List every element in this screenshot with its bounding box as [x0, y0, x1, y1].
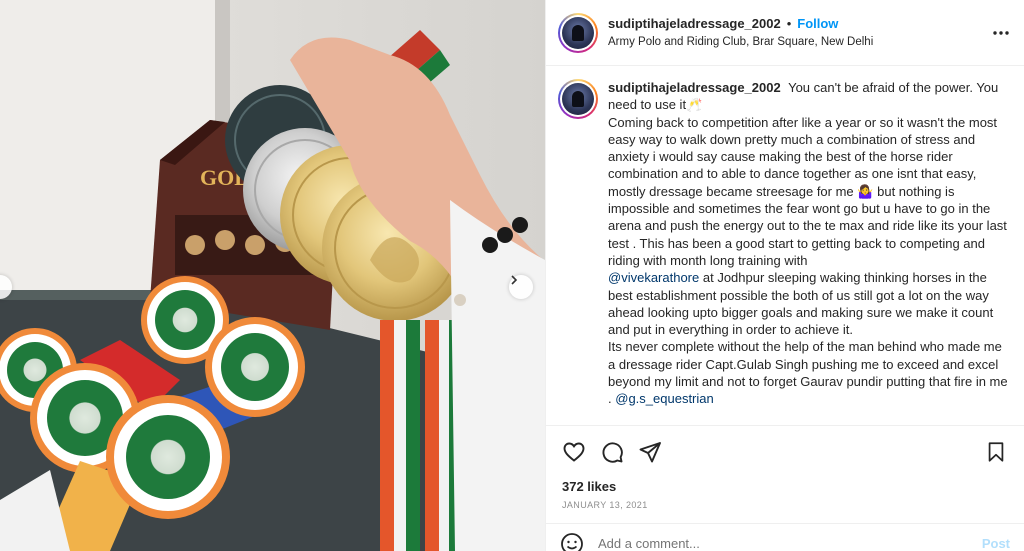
- like-button[interactable]: [558, 436, 590, 468]
- emoji-icon[interactable]: [560, 532, 584, 551]
- action-bar: [546, 425, 1024, 477]
- post-comment-button[interactable]: Post: [982, 536, 1010, 551]
- save-button[interactable]: [980, 436, 1012, 468]
- comment-input[interactable]: [598, 536, 982, 551]
- share-icon: [639, 441, 661, 462]
- caption-avatar[interactable]: [558, 79, 598, 119]
- next-image-button[interactable]: [509, 275, 533, 299]
- location-link[interactable]: Army Polo and Riding Club, Brar Square, …: [608, 35, 873, 49]
- medals-photo: GOLD: [0, 0, 545, 551]
- heart-icon: [563, 442, 585, 462]
- avatar[interactable]: [558, 12, 598, 53]
- post-date: JANUARY 13, 2021: [562, 500, 648, 510]
- shrug-emoji: 🤷‍♀️: [857, 183, 874, 199]
- chevron-right-icon: [511, 275, 518, 285]
- separator-dot: •: [786, 15, 792, 31]
- comment-button[interactable]: [596, 436, 628, 468]
- more-options-icon[interactable]: [992, 24, 1010, 47]
- caption-username[interactable]: sudiptihajeladressage_2002: [608, 80, 781, 95]
- comments-section: sudiptihajeladressage_2002 You can't be …: [546, 67, 1024, 425]
- username-link[interactable]: sudiptihajeladressage_2002: [608, 16, 781, 32]
- post-image[interactable]: GOLD: [0, 0, 545, 551]
- mention-gs-equestrian[interactable]: @g.s_equestrian: [615, 391, 713, 406]
- clinking-glasses-emoji: 🥂: [686, 97, 703, 113]
- share-button[interactable]: [634, 436, 666, 468]
- follow-button[interactable]: Follow: [797, 16, 838, 32]
- comment-icon: [602, 441, 623, 463]
- mention-vivekarathore[interactable]: @vivekarathore: [608, 270, 699, 285]
- post-caption: sudiptihajeladressage_2002 You can't be …: [608, 79, 1008, 425]
- add-comment-bar: Post: [546, 523, 1024, 551]
- post-details-panel: sudiptihajeladressage_2002 • Follow Army…: [545, 0, 1024, 551]
- bookmark-icon: [988, 441, 1004, 462]
- likes-count[interactable]: 372 likes: [562, 479, 616, 494]
- post-header: sudiptihajeladressage_2002 • Follow Army…: [546, 0, 1024, 66]
